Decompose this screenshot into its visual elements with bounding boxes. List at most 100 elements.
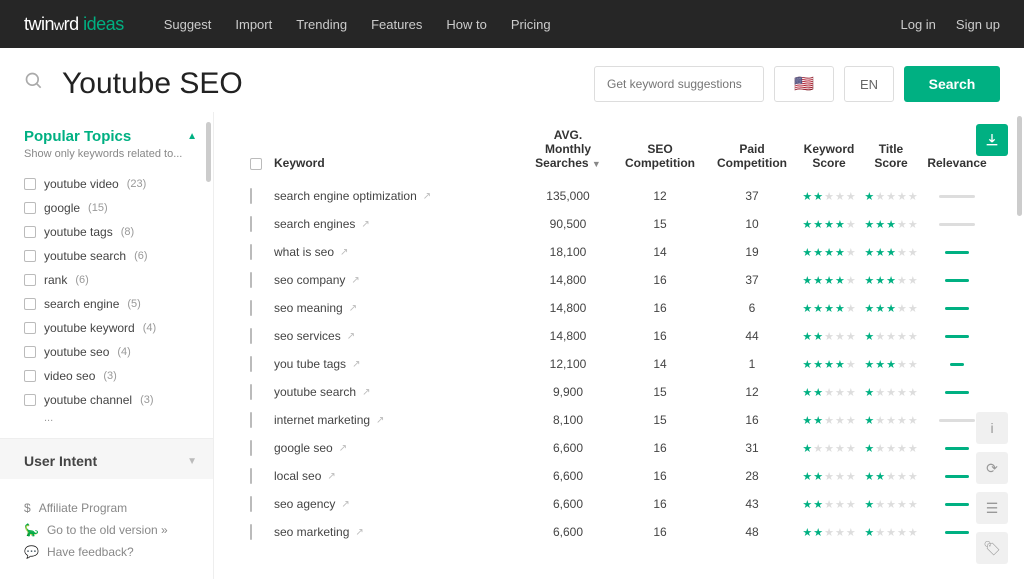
content-scrollbar[interactable]: [1017, 116, 1022, 216]
keyword-text[interactable]: seo company: [274, 273, 345, 287]
keyword-text[interactable]: google seo: [274, 441, 333, 455]
keyword-text[interactable]: search engine optimization: [274, 189, 417, 203]
suggestion-input[interactable]: [594, 66, 764, 102]
external-link-icon[interactable]: ↗: [355, 527, 363, 538]
star-rating: ★★★★★: [860, 526, 922, 539]
external-link-icon[interactable]: ↗: [327, 471, 335, 482]
row-checkbox[interactable]: [250, 440, 252, 456]
th-avg-searches[interactable]: AVG.Monthly Searches ▼: [522, 128, 614, 170]
nav-trending[interactable]: Trending: [296, 17, 347, 32]
topic-item[interactable]: video seo (3): [24, 364, 197, 388]
more-topics[interactable]: ...: [24, 412, 197, 424]
external-link-icon[interactable]: ↗: [339, 443, 347, 454]
external-link-icon[interactable]: ↗: [362, 387, 370, 398]
download-button[interactable]: [976, 124, 1008, 156]
topic-item[interactable]: google (15): [24, 196, 197, 220]
keyword-text[interactable]: youtube search: [274, 385, 356, 399]
row-checkbox[interactable]: [250, 272, 252, 288]
topic-checkbox[interactable]: [24, 202, 36, 214]
sign-up-link[interactable]: Sign up: [956, 17, 1000, 32]
topic-checkbox[interactable]: [24, 370, 36, 382]
list-button[interactable]: ☰: [976, 492, 1008, 524]
keyword-text[interactable]: seo marketing: [274, 525, 349, 539]
topic-checkbox[interactable]: [24, 274, 36, 286]
th-relevance[interactable]: Relevance: [922, 156, 992, 170]
row-checkbox[interactable]: [250, 328, 252, 344]
topic-checkbox[interactable]: [24, 178, 36, 190]
popular-topics-toggle[interactable]: Popular Topics ▲: [24, 128, 197, 145]
nav-pricing[interactable]: Pricing: [511, 17, 551, 32]
topic-count: (4): [143, 322, 156, 334]
th-seo-comp[interactable]: SEOCompetition: [614, 142, 706, 170]
external-link-icon[interactable]: ↗: [347, 331, 355, 342]
row-checkbox[interactable]: [250, 356, 252, 372]
external-link-icon[interactable]: ↗: [361, 219, 369, 230]
th-keyword[interactable]: Keyword: [274, 156, 522, 170]
nav-how-to[interactable]: How to: [446, 17, 486, 32]
keyword-text[interactable]: what is seo: [274, 245, 334, 259]
keyword-text[interactable]: internet marketing: [274, 413, 370, 427]
th-paid-comp[interactable]: PaidCompetition: [706, 142, 798, 170]
topic-item[interactable]: youtube tags (8): [24, 220, 197, 244]
topic-checkbox[interactable]: [24, 250, 36, 262]
external-link-icon[interactable]: ↗: [351, 275, 359, 286]
keyword-text[interactable]: search engines: [274, 217, 355, 231]
external-link-icon[interactable]: ↗: [349, 303, 357, 314]
row-checkbox[interactable]: [250, 300, 252, 316]
topic-checkbox[interactable]: [24, 394, 36, 406]
topic-item[interactable]: youtube keyword (4): [24, 316, 197, 340]
topic-checkbox[interactable]: [24, 298, 36, 310]
search-query[interactable]: Youtube SEO: [62, 67, 584, 101]
sidebar-scrollbar[interactable]: [206, 122, 211, 182]
star-icon: ★: [813, 358, 823, 371]
row-checkbox[interactable]: [250, 468, 252, 484]
topic-checkbox[interactable]: [24, 322, 36, 334]
topic-item[interactable]: youtube seo (4): [24, 340, 197, 364]
external-link-icon[interactable]: ↗: [352, 359, 360, 370]
topic-checkbox[interactable]: [24, 226, 36, 238]
nav-features[interactable]: Features: [371, 17, 422, 32]
keyword-text[interactable]: seo agency: [274, 497, 335, 511]
affiliate-link[interactable]: $Affiliate Program: [24, 497, 197, 519]
log-in-link[interactable]: Log in: [900, 17, 935, 32]
select-all-checkbox[interactable]: [250, 158, 262, 170]
user-intent-toggle[interactable]: User Intent ▼: [24, 453, 197, 469]
nav-import[interactable]: Import: [235, 17, 272, 32]
star-icon: ★: [908, 330, 918, 343]
topic-item[interactable]: search engine (5): [24, 292, 197, 316]
th-title-score[interactable]: TitleScore: [860, 142, 922, 170]
row-checkbox[interactable]: [250, 524, 252, 540]
topic-item[interactable]: youtube video (23): [24, 172, 197, 196]
row-checkbox[interactable]: [250, 244, 252, 260]
row-checkbox[interactable]: [250, 496, 252, 512]
external-link-icon[interactable]: ↗: [376, 415, 384, 426]
keyword-text[interactable]: seo meaning: [274, 301, 343, 315]
row-checkbox[interactable]: [250, 216, 252, 232]
feedback-link[interactable]: 💬Have feedback?: [24, 541, 197, 563]
logo[interactable]: twinwrd ideas: [24, 14, 124, 35]
refresh-button[interactable]: ⟳: [976, 452, 1008, 484]
th-kw-score[interactable]: KeywordScore: [798, 142, 860, 170]
row-checkbox[interactable]: [250, 384, 252, 400]
topic-checkbox[interactable]: [24, 346, 36, 358]
search-button[interactable]: Search: [904, 66, 1000, 102]
info-button[interactable]: i: [976, 412, 1008, 444]
language-select[interactable]: EN: [844, 66, 894, 102]
tag-button[interactable]: 🏷: [976, 532, 1008, 564]
row-checkbox[interactable]: [250, 188, 252, 204]
keyword-text[interactable]: seo services: [274, 329, 341, 343]
topic-item[interactable]: youtube channel (3): [24, 388, 197, 412]
star-icon: ★: [835, 414, 845, 427]
keyword-text[interactable]: you tube tags: [274, 357, 346, 371]
star-icon: ★: [908, 526, 918, 539]
old-version-link[interactable]: 🦕Go to the old version »: [24, 519, 197, 541]
country-select[interactable]: 🇺🇸: [774, 66, 834, 102]
topic-item[interactable]: youtube search (6): [24, 244, 197, 268]
external-link-icon[interactable]: ↗: [423, 191, 431, 202]
topic-item[interactable]: rank (6): [24, 268, 197, 292]
external-link-icon[interactable]: ↗: [341, 499, 349, 510]
nav-suggest[interactable]: Suggest: [164, 17, 212, 32]
row-checkbox[interactable]: [250, 412, 252, 428]
keyword-text[interactable]: local seo: [274, 469, 321, 483]
external-link-icon[interactable]: ↗: [340, 247, 348, 258]
